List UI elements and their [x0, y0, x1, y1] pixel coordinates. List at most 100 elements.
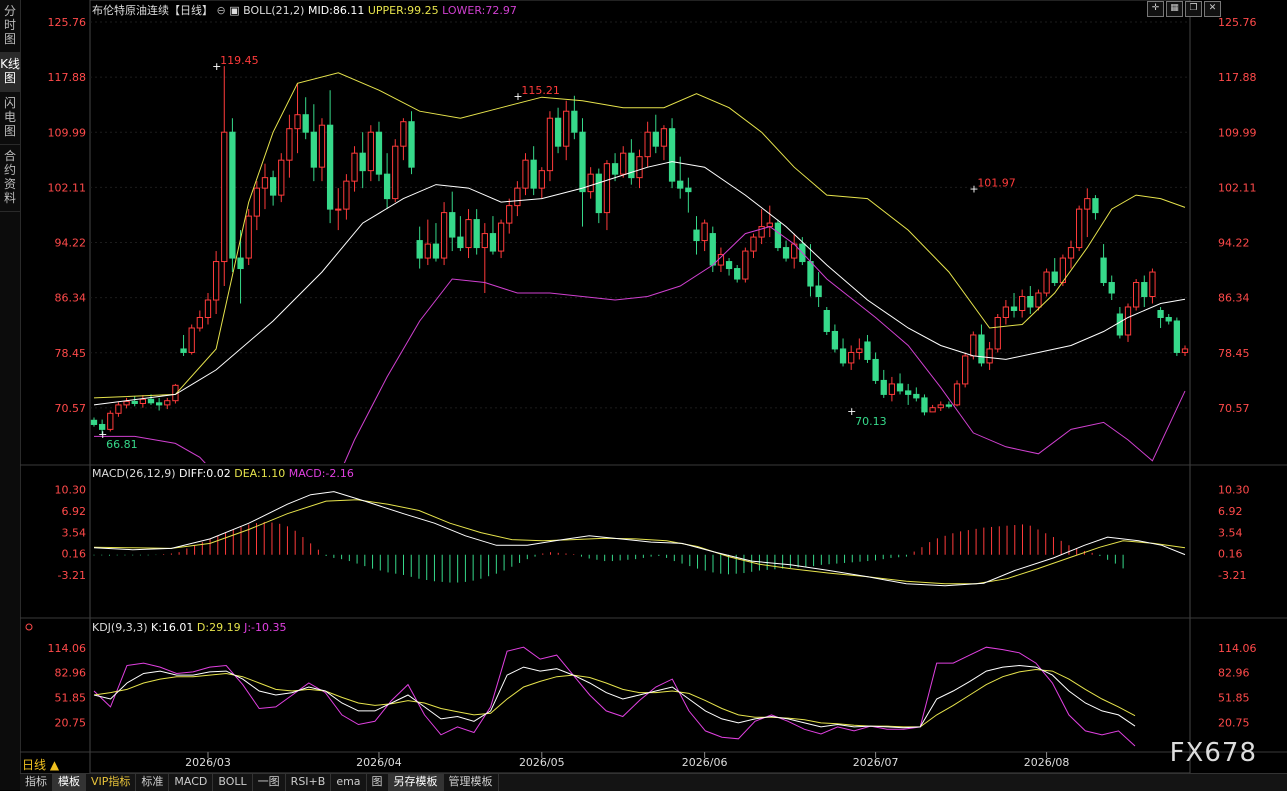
candle	[693, 229, 700, 242]
restore-icon[interactable]: ❐	[1185, 1, 1202, 17]
candle	[595, 173, 602, 214]
candle	[587, 173, 594, 193]
kdj-k-line	[93, 664, 1136, 729]
macd-y-tick-left: 0.16	[62, 548, 87, 561]
x-tick-label: 2026/08	[1024, 756, 1070, 769]
candle	[383, 173, 391, 200]
sidebar-item-timeshare[interactable]: 分时图	[0, 0, 20, 53]
boll-lines	[93, 72, 1186, 463]
toolbar-macd[interactable]: MACD	[169, 774, 214, 791]
candle	[261, 177, 269, 189]
toolbar-manage-template[interactable]: 管理模板	[444, 774, 499, 791]
candle	[620, 152, 627, 175]
kdj-title-part-3: J:-10.35	[243, 621, 286, 634]
price-annotation: 115.21	[521, 84, 560, 97]
toolbar-rsi-b[interactable]: RSI+B	[286, 774, 332, 791]
macd-title-part-1: DIFF:0.02	[179, 467, 234, 480]
candle	[571, 110, 578, 133]
candle	[359, 152, 366, 172]
toolbar-vip-indicators[interactable]: VIP指标	[86, 774, 137, 791]
candle	[701, 222, 708, 242]
toolbar-save-template[interactable]: 另存模板	[388, 774, 444, 791]
candle	[1165, 316, 1172, 322]
candle	[506, 205, 513, 224]
sidebar-item-flash[interactable]: 闪电图	[0, 92, 20, 145]
x-tick-label: 2026/05	[519, 756, 565, 769]
close-icon[interactable]: ✕	[1204, 1, 1221, 17]
macd-title-row: MACD(26,12,9) DIFF:0.02 DEA:1.10 MACD:-2…	[92, 467, 354, 480]
candle	[115, 404, 122, 414]
macd-y-tick-left: -3.21	[58, 569, 86, 582]
candle	[90, 419, 98, 425]
kdj-y-tick-left: 114.06	[48, 642, 87, 655]
toolbar-one-chart[interactable]: 一图	[253, 774, 286, 791]
candle	[896, 383, 904, 392]
y-tick-right: 70.57	[1218, 402, 1250, 415]
candle	[807, 261, 814, 287]
candle	[1067, 247, 1075, 259]
candle	[408, 121, 415, 168]
candle	[392, 145, 399, 200]
toolbar-boll[interactable]: BOLL	[213, 774, 253, 791]
candle	[1084, 198, 1091, 210]
candle	[856, 348, 863, 353]
candle	[717, 254, 725, 266]
kdj-y-tick-right: 51.85	[1218, 692, 1250, 705]
x-tick-label: 2026/06	[682, 756, 728, 769]
candle	[538, 170, 545, 189]
candle	[685, 187, 692, 193]
macd-y-tick-left: 10.30	[55, 484, 87, 497]
toolbar-ema[interactable]: ema	[331, 774, 367, 791]
kdj-title-part-0: KDJ(9,3,3)	[92, 621, 151, 634]
candle	[302, 114, 309, 133]
sidebar-item-kline[interactable]: K线图	[0, 53, 20, 92]
candle	[660, 128, 668, 147]
boll-upper-line	[93, 72, 1186, 399]
sidebar-item-contract-info[interactable]: 合约资料	[0, 145, 20, 212]
toolbar-chart[interactable]: 图	[367, 774, 389, 791]
candle	[1019, 296, 1026, 311]
candle	[921, 397, 928, 413]
x-tick-label: 2026/03	[185, 756, 231, 769]
y-tick-left: 78.45	[55, 347, 87, 360]
candle	[962, 355, 969, 385]
toolbar-template[interactable]: 模板	[53, 774, 86, 791]
main-title-part-1: ⊖	[213, 4, 229, 17]
candle	[147, 398, 155, 404]
candle	[628, 152, 635, 179]
toolbar-standard[interactable]: 标准	[136, 774, 170, 791]
pin-icon[interactable]: ✛	[1147, 1, 1164, 17]
chart-area[interactable]: 125.76 125.76 117.88 117.88 109.99 109.99 102.…	[20, 0, 1287, 773]
price-annotation: 119.45	[220, 54, 259, 67]
macd-y-tick-right: -3.21	[1218, 569, 1246, 582]
y-tick-left: 102.11	[48, 181, 87, 194]
candle	[603, 163, 611, 214]
toolbar-indicators[interactable]: 指标	[20, 774, 53, 791]
candle	[978, 334, 985, 364]
candle	[1076, 208, 1083, 249]
period-tab-daily[interactable]: 日线 ▲	[22, 756, 59, 773]
y-tick-right: 94.22	[1218, 237, 1250, 250]
candle	[848, 351, 855, 364]
candle	[221, 131, 228, 263]
candle	[563, 110, 570, 147]
boll-lower-line	[94, 226, 1186, 463]
window-icons: ✛ ▦ ❐ ✕	[1147, 1, 1221, 17]
grid-icon[interactable]: ▦	[1166, 1, 1183, 17]
y-tick-left: 70.57	[55, 402, 87, 415]
candle	[1092, 198, 1099, 214]
candle	[310, 131, 317, 168]
candle	[734, 268, 741, 280]
macd-y-tick-right: 0.16	[1218, 548, 1243, 561]
kdj-y-tick-left: 51.85	[55, 692, 87, 705]
candle	[782, 247, 790, 259]
candle	[929, 407, 936, 413]
candle	[1157, 309, 1164, 318]
candle	[416, 240, 423, 259]
candle	[725, 261, 733, 270]
main-title-part-2: ▣ BOLL(21,2)	[229, 4, 308, 17]
candle	[375, 131, 383, 175]
candle	[351, 152, 358, 182]
macd-y-tick-right: 10.30	[1218, 484, 1250, 497]
macd-dea-line	[93, 499, 1186, 585]
